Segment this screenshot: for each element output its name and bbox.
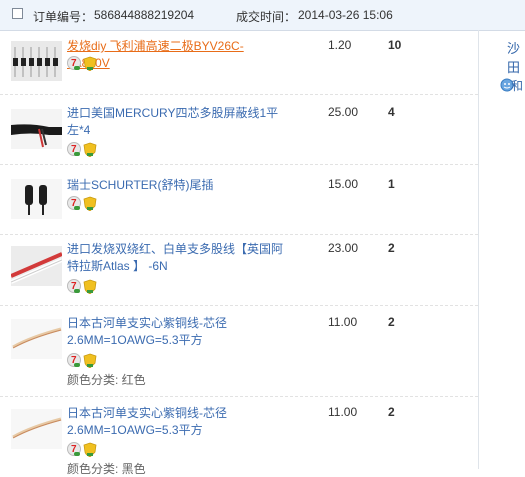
quantity: 10 bbox=[388, 38, 402, 52]
consumer-protection-icon[interactable] bbox=[83, 56, 97, 71]
order-number: 586844888219204 bbox=[94, 8, 195, 22]
product-title-link[interactable]: 进口美国MERCURY四芯多股屏蔽线1平左*4 bbox=[67, 105, 289, 139]
service-badges: 7 bbox=[67, 442, 101, 457]
product-title-link[interactable]: 日本古河单支实心紫铜线-芯径2.6MM=1OAWG=5.3平方 bbox=[67, 315, 289, 349]
quantity: 2 bbox=[388, 315, 395, 329]
unit-price: 1.20 bbox=[328, 38, 352, 52]
product-title-link[interactable]: 瑞士SCHURTER(舒特)尾插 bbox=[67, 177, 289, 194]
consumer-protection-icon[interactable] bbox=[83, 353, 97, 368]
order-select-checkbox[interactable] bbox=[12, 8, 23, 19]
product-title-link[interactable]: 进口发烧双绕红、白单支多股线【英国阿特拉斯Atlas 】 -6N bbox=[67, 241, 289, 275]
wangwang-chat-button[interactable]: 和 bbox=[500, 76, 523, 94]
consumer-protection-icon[interactable] bbox=[83, 279, 97, 294]
order-item-row: 进口美国MERCURY四芯多股屏蔽线1平左*4 7 25.00 4 bbox=[0, 95, 478, 165]
consumer-protection-icon[interactable] bbox=[83, 442, 97, 457]
unit-price: 23.00 bbox=[328, 241, 359, 255]
order-item-row: 日本古河单支实心紫铜线-芯径2.6MM=1OAWG=5.3平方 7 颜色分类: … bbox=[0, 397, 478, 476]
shielded-cable-image bbox=[11, 109, 62, 149]
column-divider bbox=[478, 30, 479, 469]
order-item-row: 进口发烧双绕红、白单支多股线【英国阿特拉斯Atlas 】 -6N 7 23.00… bbox=[0, 235, 478, 306]
quantity: 1 bbox=[388, 177, 395, 191]
order-item-row: 瑞士SCHURTER(舒特)尾插 7 15.00 1 bbox=[0, 165, 478, 235]
service-badges: 7 bbox=[67, 353, 101, 368]
quantity: 2 bbox=[388, 241, 395, 255]
deal-time-label: 成交时间： bbox=[236, 10, 297, 24]
service-badges: 7 bbox=[67, 56, 101, 71]
seven-day-return-icon[interactable]: 7 bbox=[67, 196, 81, 210]
seller-name-link[interactable]: 沙田 bbox=[507, 38, 525, 76]
seven-day-return-icon[interactable]: 7 bbox=[67, 442, 81, 456]
wangwang-label: 和 bbox=[511, 79, 524, 93]
unit-price: 25.00 bbox=[328, 105, 359, 119]
product-thumbnail[interactable] bbox=[11, 246, 62, 286]
unit-price: 11.00 bbox=[328, 315, 358, 329]
sku-attribute: 颜色分类: 红色 bbox=[67, 373, 146, 387]
product-thumbnail[interactable] bbox=[11, 179, 62, 219]
seven-day-return-icon[interactable]: 7 bbox=[67, 142, 81, 156]
quantity: 4 bbox=[388, 105, 395, 119]
service-badges: 7 bbox=[67, 279, 101, 294]
diode-image bbox=[11, 41, 62, 81]
product-thumbnail[interactable] bbox=[11, 109, 62, 149]
order-item-row: 日本古河单支实心紫铜线-芯径2.6MM=1OAWG=5.3平方 7 颜色分类: … bbox=[0, 306, 478, 397]
quantity: 2 bbox=[388, 405, 395, 419]
copper-wire-image bbox=[11, 319, 62, 359]
order-number-label: 订单编号： bbox=[33, 10, 94, 24]
unit-price: 11.00 bbox=[328, 405, 358, 419]
product-thumbnail[interactable] bbox=[11, 319, 62, 359]
order-item-row: 发烧diy 飞利浦高速二极BYV26C- 3A800V 7 1.20 10 bbox=[0, 31, 478, 95]
twisted-wire-image bbox=[11, 246, 62, 286]
product-thumbnail[interactable] bbox=[11, 409, 62, 449]
unit-price: 15.00 bbox=[328, 177, 359, 191]
deal-time: 2014-03-26 15:06 bbox=[298, 8, 393, 22]
product-thumbnail[interactable] bbox=[11, 41, 62, 81]
seven-day-return-icon[interactable]: 7 bbox=[67, 56, 81, 70]
service-badges: 7 bbox=[67, 196, 101, 211]
seven-day-return-icon[interactable]: 7 bbox=[67, 353, 81, 367]
power-plug-image bbox=[11, 179, 62, 219]
seven-day-return-icon[interactable]: 7 bbox=[67, 279, 81, 293]
order-header: 订单编号： 586844888219204 成交时间： 2014-03-26 1… bbox=[0, 0, 525, 31]
copper-wire-image bbox=[11, 409, 62, 449]
consumer-protection-icon[interactable] bbox=[83, 196, 97, 211]
consumer-protection-icon[interactable] bbox=[83, 142, 97, 157]
product-title-link[interactable]: 日本古河单支实心紫铜线-芯径2.6MM=1OAWG=5.3平方 bbox=[67, 405, 289, 439]
service-badges: 7 bbox=[67, 142, 101, 157]
